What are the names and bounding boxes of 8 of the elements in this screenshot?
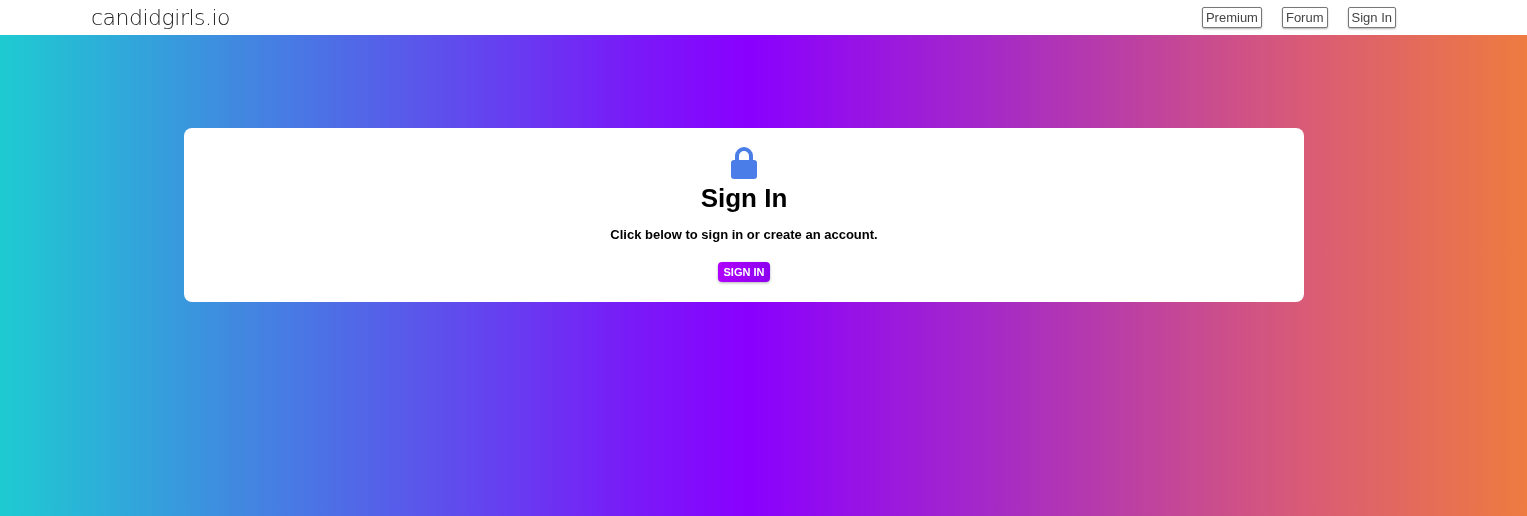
nav-button[interactable]: Sign In [1347, 7, 1396, 28]
card-message: Click below to sign in or create an account. [610, 227, 878, 242]
lock-icon [731, 147, 757, 179]
card-title: Sign In [700, 183, 788, 213]
site-logo[interactable]: candidgirls.io [91, 4, 231, 31]
nav-button[interactable]: Premium [1201, 7, 1262, 28]
nav-button[interactable]: Forum [1281, 7, 1328, 28]
sign-in-button[interactable]: SIGN IN [717, 262, 771, 282]
